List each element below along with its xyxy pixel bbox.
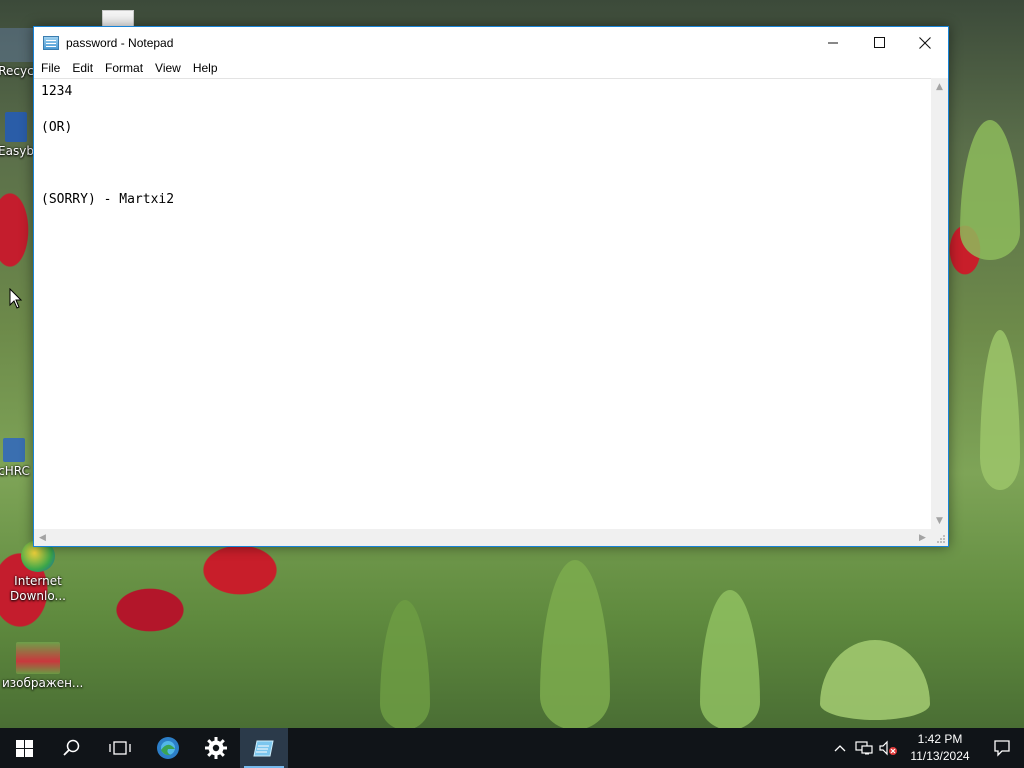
desktop-icon-label: изображен... bbox=[2, 676, 84, 690]
scroll-right-icon[interactable]: ▶ bbox=[914, 529, 931, 546]
menu-view[interactable]: View bbox=[149, 58, 187, 78]
image-file-icon bbox=[16, 642, 60, 674]
scroll-up-icon[interactable]: ▲ bbox=[931, 78, 948, 95]
wallpaper-leaf bbox=[540, 560, 610, 728]
wallpaper-leaf bbox=[380, 600, 430, 728]
clock[interactable]: 1:42 PM 11/13/2024 bbox=[900, 731, 980, 765]
close-icon bbox=[919, 36, 931, 49]
desktop-icon-label: Internet Downlo... bbox=[10, 574, 66, 603]
window-title: password - Notepad bbox=[66, 35, 174, 50]
taskbar-browser[interactable] bbox=[144, 728, 192, 768]
settings-icon bbox=[205, 737, 227, 759]
volume-button[interactable] bbox=[876, 728, 900, 768]
menu-edit[interactable]: Edit bbox=[66, 58, 99, 78]
app-shortcut-icon bbox=[3, 438, 25, 462]
show-hidden-icons-button[interactable] bbox=[828, 728, 852, 768]
wallpaper-leaf bbox=[700, 590, 760, 728]
menu-bar: File Edit Format View Help bbox=[34, 58, 948, 78]
recycle-bin-icon bbox=[0, 28, 36, 62]
clock-date: 11/13/2024 bbox=[910, 749, 970, 763]
desktop-icon-image[interactable]: изображен... bbox=[2, 642, 83, 691]
title-bar[interactable]: password - Notepad bbox=[34, 27, 948, 58]
search-button[interactable] bbox=[48, 728, 96, 768]
taskbar-notepad[interactable] bbox=[240, 728, 288, 768]
network-button[interactable] bbox=[852, 728, 876, 768]
start-button[interactable] bbox=[0, 728, 48, 768]
maximize-button[interactable] bbox=[856, 27, 902, 58]
network-icon bbox=[855, 741, 873, 755]
notepad-icon bbox=[253, 740, 274, 757]
chevron-up-icon bbox=[834, 745, 846, 752]
notepad-window: password - Notepad File Edit Format View… bbox=[33, 26, 949, 547]
menu-format[interactable]: Format bbox=[99, 58, 149, 78]
wallpaper-leaf bbox=[960, 120, 1020, 260]
app-shortcut-icon bbox=[5, 112, 27, 142]
desktop-icon-internet-download[interactable]: Internet Downlo... bbox=[2, 540, 74, 604]
text-editor[interactable]: 1234 (OR) (SORRY) - Martxi2 bbox=[34, 78, 931, 529]
minimize-icon bbox=[827, 42, 838, 44]
maximize-icon bbox=[873, 37, 885, 48]
horizontal-scrollbar[interactable]: ◀ ▶ bbox=[34, 529, 931, 546]
scroll-left-icon[interactable]: ◀ bbox=[34, 529, 51, 546]
taskbar-settings[interactable] bbox=[192, 728, 240, 768]
taskbar: 1:42 PM 11/13/2024 bbox=[0, 728, 1024, 768]
resize-grip[interactable] bbox=[931, 529, 948, 546]
task-view-icon bbox=[109, 741, 131, 755]
vertical-scrollbar[interactable]: ▲ ▼ bbox=[931, 78, 948, 529]
notification-icon bbox=[994, 740, 1010, 757]
menu-file[interactable]: File bbox=[34, 58, 66, 78]
system-tray: 1:42 PM 11/13/2024 bbox=[828, 728, 1024, 768]
close-button[interactable] bbox=[902, 27, 948, 58]
edge-icon bbox=[157, 737, 179, 759]
windows-logo-icon bbox=[15, 739, 33, 757]
desktop-icon-label: Easyb bbox=[0, 144, 34, 158]
resize-grip-icon bbox=[937, 535, 945, 543]
search-icon bbox=[63, 739, 80, 756]
desktop-icon-label: cHRC bbox=[0, 464, 30, 478]
scroll-down-icon[interactable]: ▼ bbox=[931, 512, 948, 529]
action-center-button[interactable] bbox=[980, 728, 1024, 768]
menu-help[interactable]: Help bbox=[187, 58, 224, 78]
notepad-icon bbox=[43, 35, 59, 50]
minimize-button[interactable] bbox=[810, 27, 856, 58]
task-view-button[interactable] bbox=[96, 728, 144, 768]
wallpaper-leaf bbox=[980, 330, 1020, 490]
volume-muted-icon bbox=[879, 740, 897, 756]
editor-content[interactable]: 1234 (OR) (SORRY) - Martxi2 bbox=[34, 79, 931, 213]
mouse-cursor-icon bbox=[9, 288, 23, 309]
clock-time: 1:42 PM bbox=[917, 732, 963, 746]
wallpaper-leaf bbox=[820, 640, 930, 720]
desktop-icon-label: Recyc bbox=[0, 64, 34, 78]
